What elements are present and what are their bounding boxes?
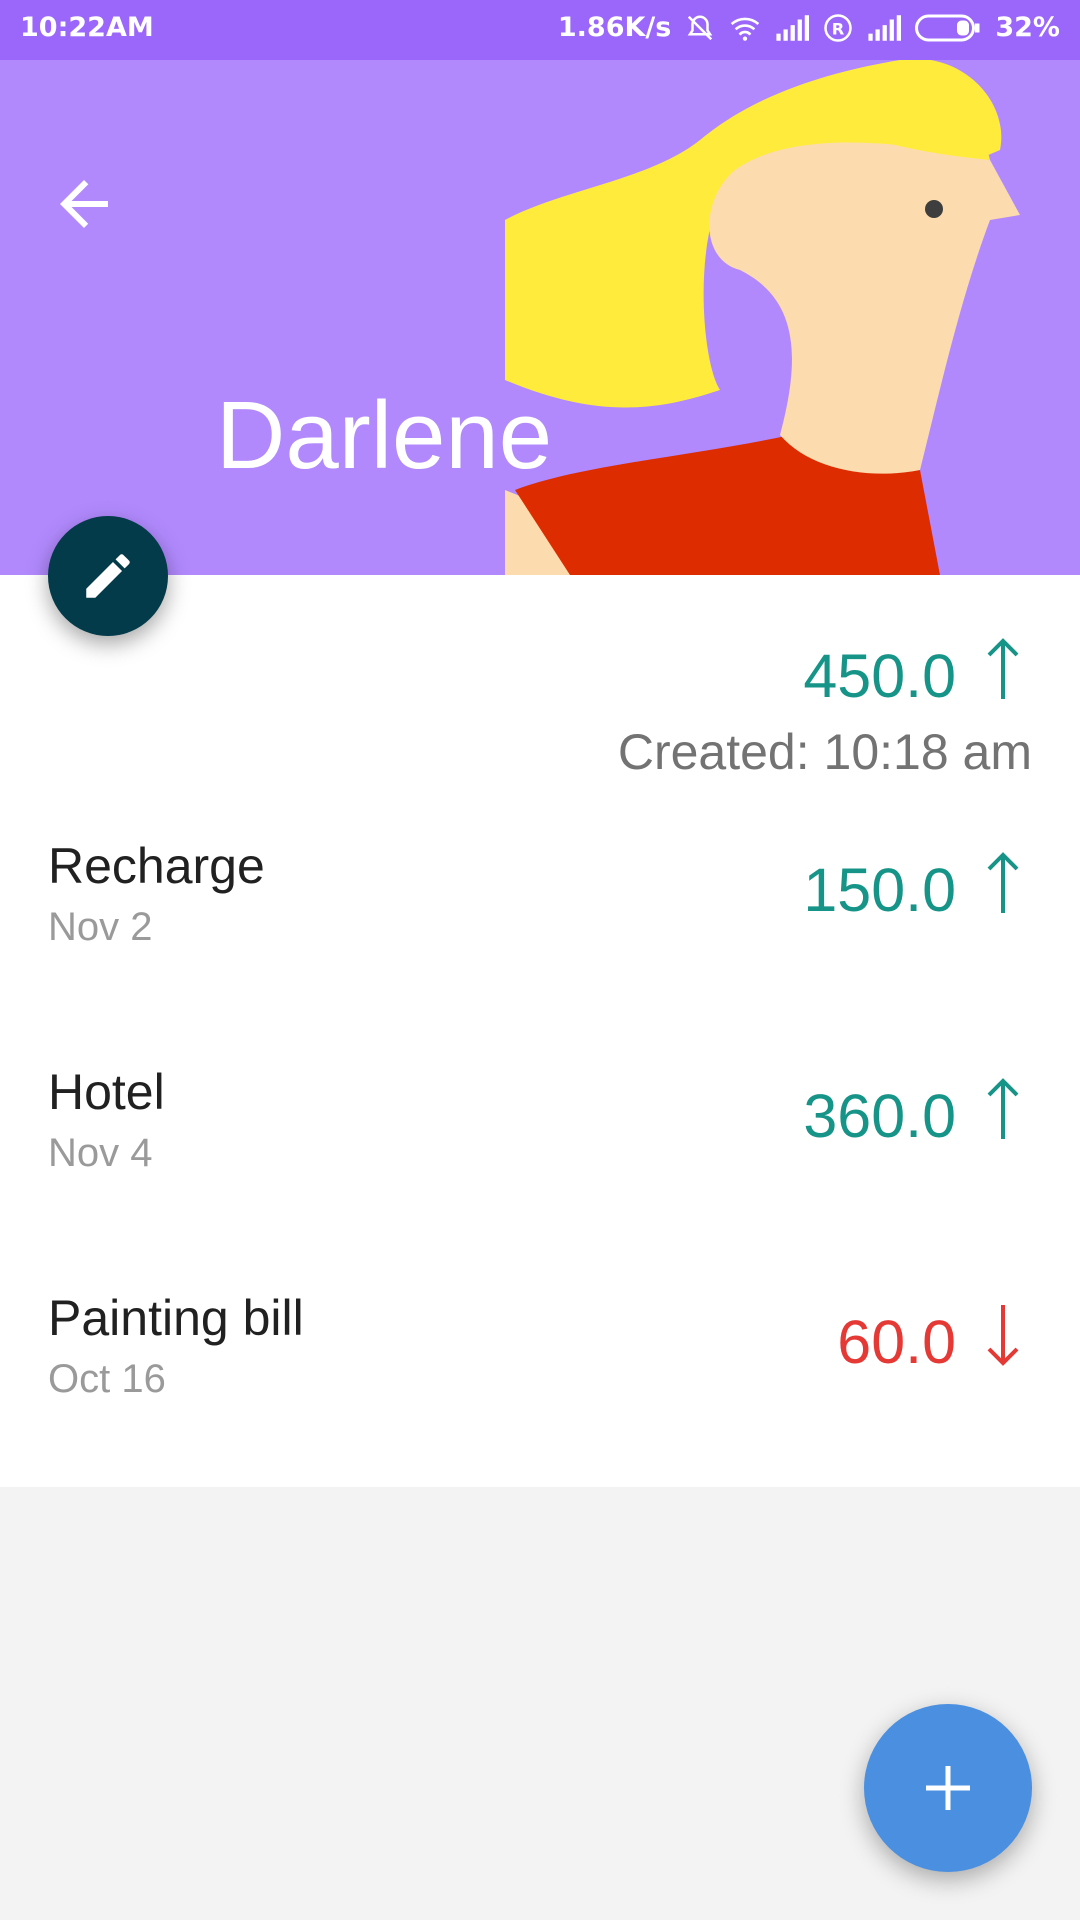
list-item[interactable]: Painting bill Oct 16 60.0 — [0, 1253, 1080, 1479]
amount-value: 60.0 — [837, 1308, 956, 1376]
edit-button[interactable] — [48, 516, 168, 636]
transaction-title: Recharge — [48, 838, 265, 894]
plus-icon — [926, 1766, 970, 1810]
add-transaction-button[interactable] — [864, 1704, 1032, 1872]
status-icons: 1.86K/s R 32% — [558, 12, 1060, 43]
mute-icon — [685, 13, 715, 43]
arrow-up-icon — [986, 1077, 1020, 1155]
status-bar: 10:22AM 1.86K/s R 32% — [0, 0, 1080, 60]
list-item[interactable]: Recharge Nov 2 150.0 — [0, 801, 1080, 1027]
amount-value: 360.0 — [803, 1082, 956, 1150]
battery-level: 32% — [995, 12, 1060, 43]
status-time: 10:22AM — [20, 12, 154, 43]
transaction-date: Nov 2 — [48, 905, 153, 949]
transaction-amount: 360.0 — [803, 1077, 1020, 1155]
back-button[interactable] — [48, 168, 120, 240]
amount-value: 150.0 — [803, 856, 956, 924]
transaction-date: Oct 16 — [48, 1357, 166, 1401]
roaming-icon: R — [823, 13, 853, 43]
transaction-title: Painting bill — [48, 1290, 304, 1346]
transaction-amount: 60.0 — [837, 1303, 1020, 1381]
svg-text:R: R — [832, 19, 845, 38]
pencil-icon — [86, 554, 130, 598]
created-timestamp: Created: 10:18 am — [617, 724, 1032, 780]
list-item[interactable]: Hotel Nov 4 360.0 — [0, 1027, 1080, 1253]
transactions-panel: 450.0 Created: 10:18 am Recharge Nov 2 1… — [0, 575, 1080, 1487]
signal-icon — [867, 14, 902, 41]
transaction-date: Nov 4 — [48, 1131, 153, 1175]
avatar-illustration — [505, 60, 1020, 575]
arrow-up-icon — [986, 851, 1020, 929]
contact-name: Darlene — [216, 382, 553, 489]
transaction-title: Hotel — [48, 1064, 165, 1120]
arrow-up-icon — [986, 637, 1020, 715]
transaction-amount: 150.0 — [803, 851, 1020, 929]
arrow-down-icon — [986, 1303, 1020, 1381]
arrow-left-icon — [60, 180, 108, 228]
balance-amount: 450.0 — [803, 642, 956, 710]
net-speed: 1.86K/s — [557, 12, 672, 43]
wifi-icon — [729, 14, 761, 42]
battery-icon — [915, 14, 981, 42]
signal-icon — [775, 14, 810, 41]
contact-header: Darlene — [0, 60, 1080, 575]
balance: 450.0 — [803, 637, 1020, 715]
